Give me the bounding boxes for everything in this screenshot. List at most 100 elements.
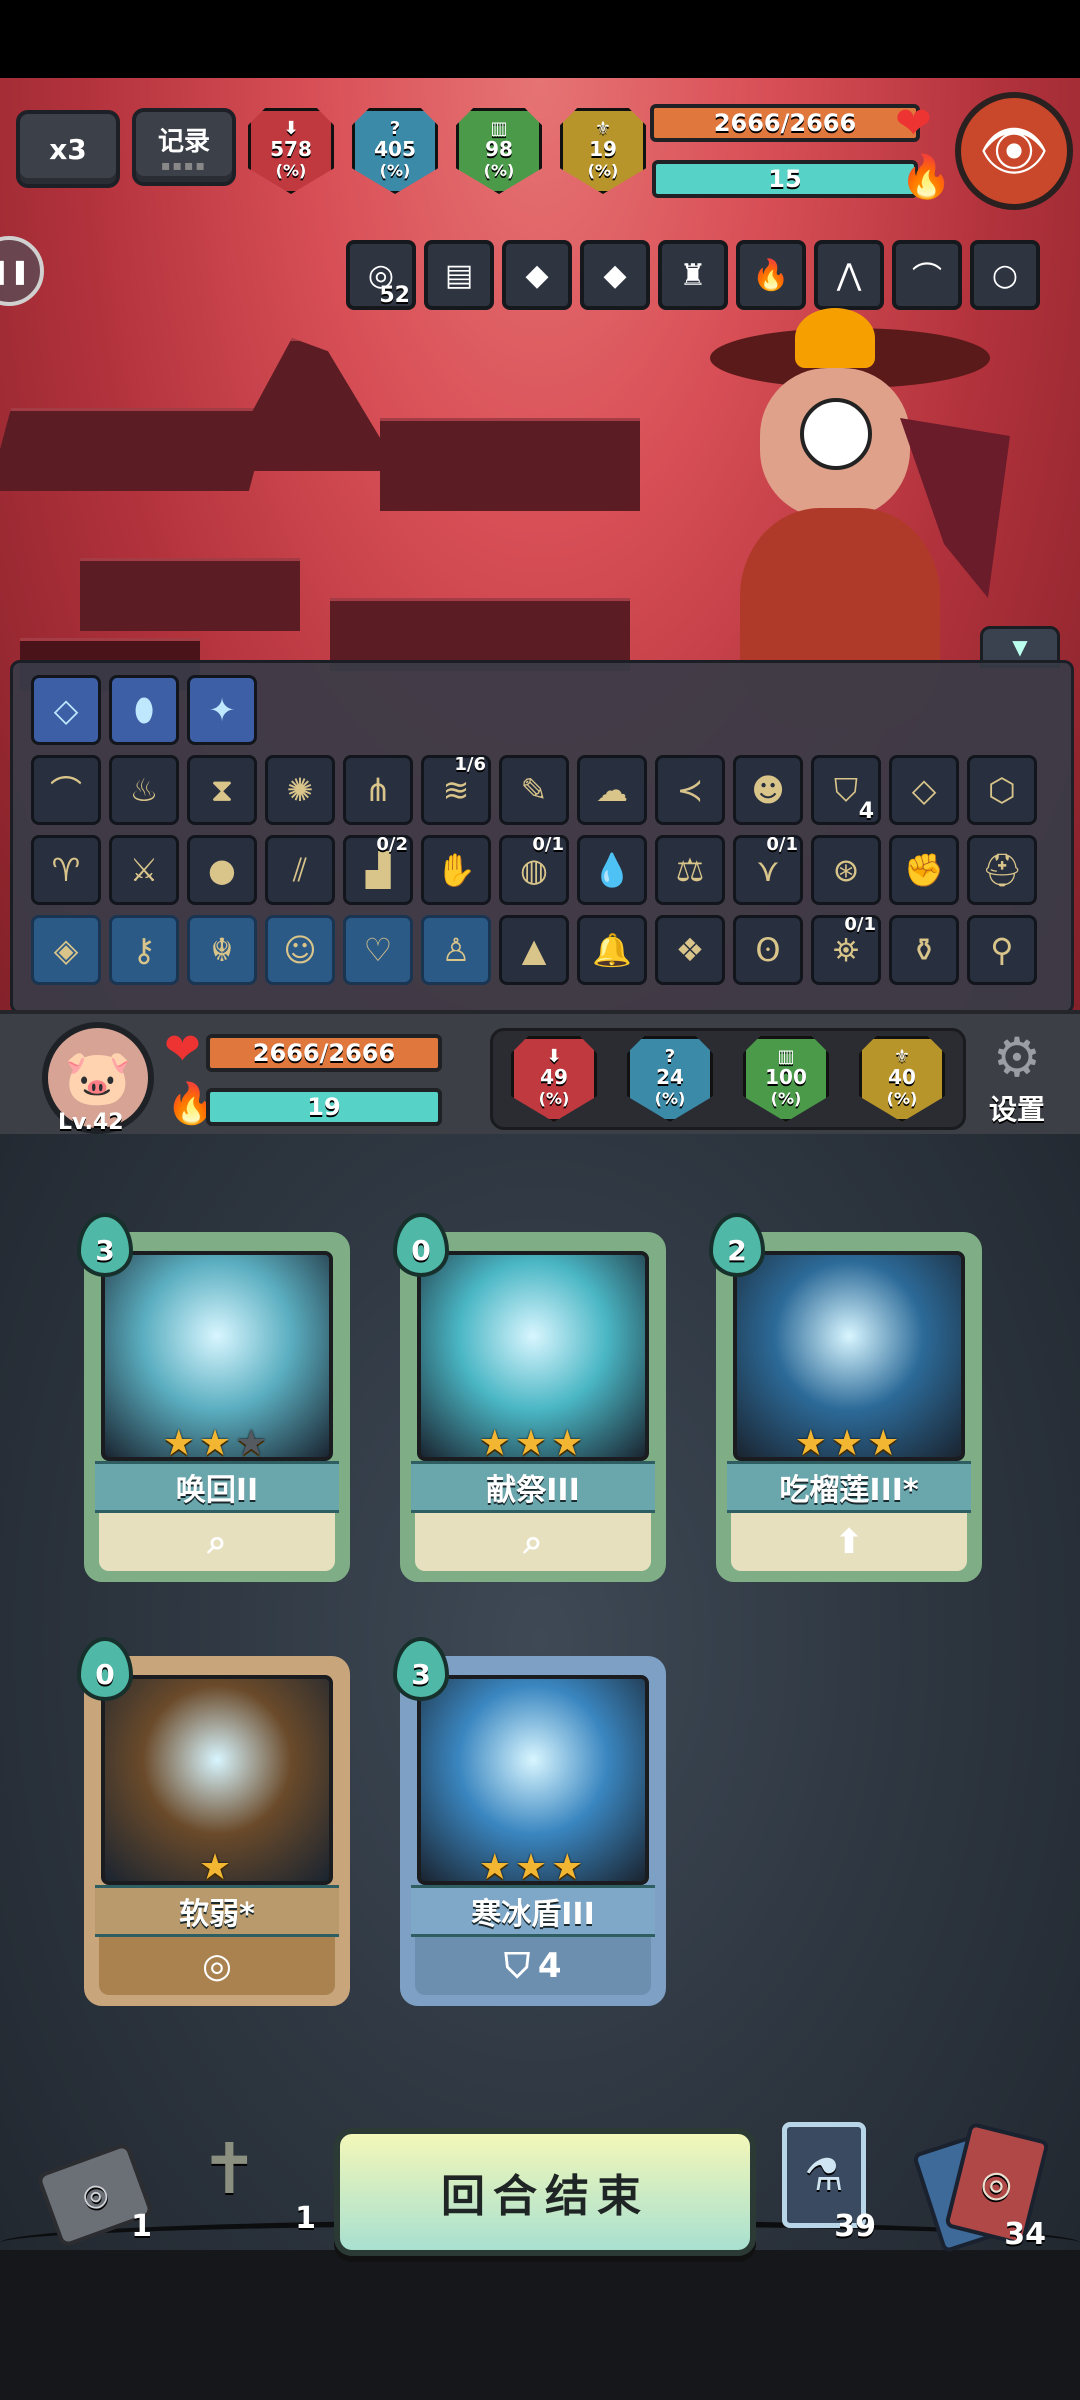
star-icon: ★ [830,1423,868,1464]
item-slot[interactable]: ⊛ [811,835,881,905]
item-slot[interactable]: 🔔 [577,915,647,985]
flame-crown-icon [795,308,875,368]
item-slot[interactable]: ♨ [109,755,179,825]
item-slot[interactable]: ⛯ 0/1 [811,914,881,985]
item-slot[interactable]: ⚔ [109,835,179,905]
item-slot[interactable]: ♡ [343,915,413,985]
item-slot[interactable]: ✊ [889,835,959,905]
card-effect: ◎ [99,1937,335,1995]
green-egg-icon: ⬮ [133,690,155,729]
item-slot[interactable]: ✋ [421,835,491,905]
item-slot[interactable]: ☬ [187,915,257,985]
item-slot[interactable]: 💧 [577,835,647,905]
item-slot[interactable]: ▟ 0/2 [343,834,413,905]
discard-pile[interactable]: ◎ 34 [911,2121,1050,2254]
item-slot[interactable]: ≋ 1/6 [421,754,491,825]
gem-slot[interactable]: ⬮ [109,675,179,745]
item-slot[interactable]: ⋔ [343,755,413,825]
stat-defense[interactable]: ▥ 100 (%) [743,1036,829,1122]
grave-pile[interactable]: ✝ 1 [190,2128,320,2248]
relic-slot[interactable]: ▤ [424,240,494,310]
stat-attack[interactable]: ⬇ 578 (%) [248,108,334,194]
item-slot[interactable]: ⧗ [187,755,257,825]
player-stats: ⬇ 49 (%) ? 24 (%) ▥ 100 (%) ⚜ 40 (%) [490,1028,966,1130]
record-button[interactable]: 记录 ▪▪▪▪ [132,108,236,186]
item-slot[interactable]: ✺ [265,755,335,825]
card[interactable]: ★★★ 唤回II ⌕ 3 [77,1213,350,1582]
draw-pile[interactable]: ◎ 1 [35,2141,160,2249]
helmet-icon: ⛑ [981,851,1023,889]
item-slot[interactable]: ☻ [733,755,803,825]
flame-icon: 🔥 [752,257,790,293]
relic-slot[interactable]: ⋀ [814,240,884,310]
speed-button[interactable]: x3 [16,110,120,188]
stat-value: 19 [589,137,617,161]
ghost-icon: ☁ [596,771,628,809]
relic-slot[interactable]: ♜ [658,240,728,310]
stat-mystery[interactable]: ? 405 (%) [352,108,438,194]
item-slot[interactable]: ♙ [421,915,491,985]
player-health: 2666/2666 [206,1034,442,1072]
card[interactable]: ★★★ 寒冰盾III ⛉ 4 3 [393,1637,666,2006]
item-slot[interactable]: ◍ 0/1 [499,834,569,905]
status-bar [0,0,1080,78]
item-slot[interactable]: ⛑ [967,835,1037,905]
crystal-icon: ◇ [911,771,937,809]
item-slot[interactable]: ʘ [733,915,803,985]
fish-icon: ≺ [676,771,704,809]
item-slot[interactable]: ≺ [655,755,725,825]
item-slot[interactable]: ⋎ 0/1 [733,834,803,905]
item-slot[interactable]: ▲ [499,915,569,985]
up-arrow-icon: ⬆ [834,1522,864,1562]
figure-rune-icon: ♙ [441,931,471,969]
card-name: 吃榴莲III* [727,1461,971,1513]
stat-unit: (%) [379,161,411,180]
item-slot[interactable]: ✎ [499,755,569,825]
enemy-portrait[interactable]: 👁 [955,92,1073,210]
item-slot[interactable]: ● [187,835,257,905]
item-slot[interactable]: ◈ [31,915,101,985]
pause-button[interactable]: ❚❚ [0,236,44,306]
gem-slot[interactable]: ◇ [31,675,101,745]
bird-icon: ♈ [51,851,81,889]
end-turn-button[interactable]: 回合结束 [334,2128,756,2256]
item-slot[interactable]: ⚲ [967,915,1037,985]
record-label: 记录 [157,126,210,157]
item-slot[interactable]: ♈ [31,835,101,905]
settings-button[interactable]: ⚙ 设置 [974,1028,1060,1128]
card[interactable]: ★★★ 吃榴莲III* ⬆ 2 [709,1213,982,1582]
item-row: ◈ ⚷ ☬ ☺ ♡ ♙ ▲ 🔔 ❖ ʘ ⛯ 0/1 ⚱ ⚲ [31,914,1037,985]
item-slot[interactable]: ☺ [265,915,335,985]
mask-icon: ☻ [751,771,785,809]
gem-slot[interactable]: ✦ [187,675,257,745]
stat-luck[interactable]: ⚜ 19 (%) [560,108,646,194]
stat-luck[interactable]: ⚜ 40 (%) [859,1036,945,1122]
relic-slot[interactable]: ○ [970,240,1040,310]
item-slot[interactable]: ⬡ [967,755,1037,825]
item-slot[interactable]: ⚖ [655,835,725,905]
item-slot[interactable]: ⛉ 4 [811,755,881,825]
item-slot[interactable]: ❖ [655,915,725,985]
enemy-stats: ⬇ 578 (%)? 405 (%) ▥ 98 (%) ⚜ 19 (%) [248,108,646,194]
stat-mystery[interactable]: ? 24 (%) [627,1036,713,1122]
relic-slot[interactable]: ◎ 52 [346,240,416,310]
hourglass-icon: ⧗ [210,770,234,809]
item-slot[interactable]: ⚱ [889,915,959,985]
card[interactable]: ★★★ 献祭III ⌕ 0 [393,1213,666,1582]
item-slot[interactable]: ⌒ [31,755,101,825]
item-slot[interactable]: ⫽ [265,835,335,905]
item-slot[interactable]: ☁ [577,755,647,825]
item-slot[interactable]: ◇ [889,755,959,825]
item-slot[interactable]: ⚷ [109,915,179,985]
relic-slot[interactable]: ◆ [580,240,650,310]
relic-slot[interactable]: 🔥 [736,240,806,310]
potion-pile[interactable]: ⚗ 39 [778,2118,878,2244]
player-energy: 19 [206,1088,442,1126]
dragon-rune-icon: ☬ [210,931,234,969]
torch-icon: ♨ [129,771,159,809]
relic-slot[interactable]: ◆ [502,240,572,310]
relic-slot[interactable]: ⌒ [892,240,962,310]
card[interactable]: ★ 软弱* ◎ 0 [77,1637,350,2006]
stat-attack[interactable]: ⬇ 49 (%) [511,1036,597,1122]
stat-defense[interactable]: ▥ 98 (%) [456,108,542,194]
